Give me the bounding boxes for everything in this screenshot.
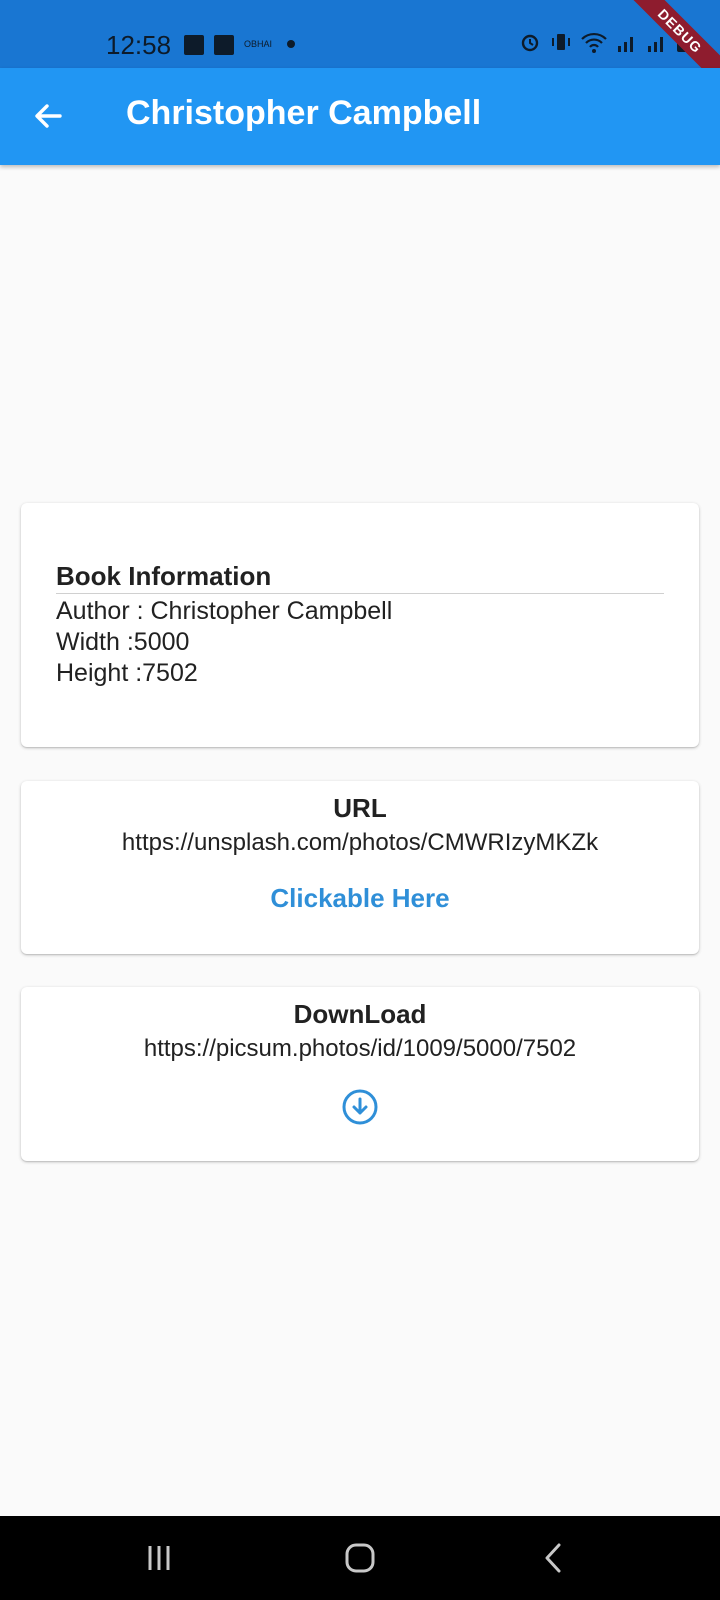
alarm-icon [521,34,539,52]
url-text: https://unsplash.com/photos/CMWRIzyMKZk [121,829,599,856]
height-text: Height :7502 [56,659,198,687]
author-text: Author : Christopher Campbell [56,597,393,625]
system-nav-bar [0,1516,720,1600]
clickable-link[interactable]: Clickable Here [21,883,699,914]
upload-icon [214,35,234,55]
wifi-icon [581,32,607,53]
url-card: URL https://unsplash.com/photos/CMWRIzyM… [21,781,699,954]
book-info-title: Book Information [56,561,272,591]
status-small-label: OBHAI [244,39,273,49]
download-heading: DownLoad [293,999,427,1029]
arrow-back-icon [35,104,62,128]
width-text: Width :5000 [56,628,190,656]
download-card: DownLoad https://picsum.photos/id/1009/5… [21,987,699,1161]
download-url-text: https://picsum.photos/id/1009/5000/7502 [143,1035,577,1062]
url-heading: URL [333,793,387,823]
home-button[interactable] [335,1536,385,1580]
more-notifications-dot [287,40,295,48]
recent-apps-button[interactable] [134,1536,184,1580]
recent-apps-icon [148,1546,170,1570]
divider [56,593,664,594]
back-nav-button[interactable] [528,1536,578,1580]
vibrate-icon [552,34,570,50]
notification-icon [184,35,204,55]
signal-icon [618,37,633,52]
chevron-left-icon [545,1543,561,1573]
back-button[interactable] [24,92,72,140]
page-title: Christopher Campbell [126,94,482,132]
status-time: 12:58 [106,30,172,60]
book-info-card: Book Information Author : Christopher Ca… [21,503,699,747]
signal-icon-2 [648,37,663,52]
home-icon [345,1543,375,1573]
app-bar: Christopher Campbell [0,68,720,165]
status-bar: 12:58 OBHAI DEBUG [0,0,720,96]
status-right-icons [518,30,690,54]
download-circle-icon[interactable] [341,1088,379,1126]
